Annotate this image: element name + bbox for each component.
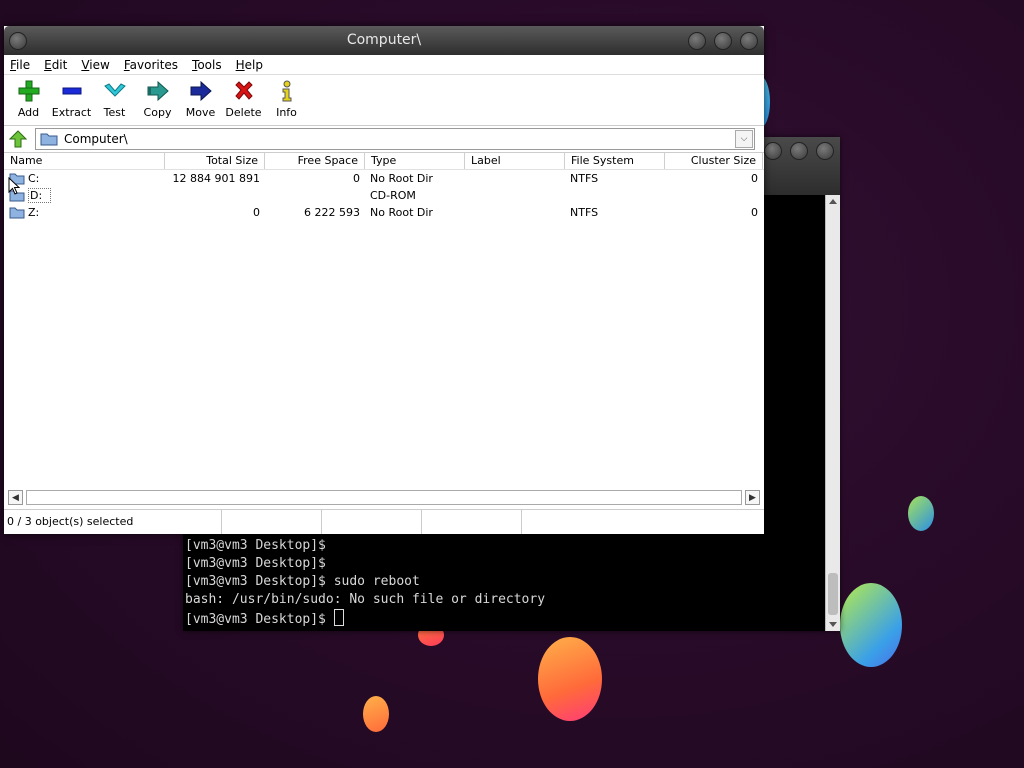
move-label: Move [185,106,216,119]
list-header: Name Total Size Free Space Type Label Fi… [4,152,764,170]
scroll-up-icon[interactable] [829,199,837,204]
window-title: Computer\ [346,32,422,48]
add-label: Add [17,106,40,119]
extract-button[interactable]: Extract [50,75,93,125]
path-combobox[interactable]: Computer\ ⌵ [35,128,755,150]
table-row[interactable]: Z: 0 6 222 593 No Root Dir NTFS 0 [4,204,764,221]
terminal-line: [vm3@vm3 Desktop]$ sudo reboot [185,574,420,589]
delete-label: Delete [225,106,262,119]
mouse-pointer-icon [8,177,20,195]
check-icon [103,79,127,103]
drive-name: C: [28,172,40,185]
delete-button[interactable]: Delete [222,75,265,125]
col-cluster-size[interactable]: Cluster Size [665,152,763,169]
address-bar: Computer\ ⌵ [4,126,764,153]
terminal-line: bash: /usr/bin/sudo: No such file or dir… [185,592,546,607]
info-label: Info [276,106,297,119]
menu-favorites[interactable]: Favorites [122,58,180,72]
path-text: Computer\ [64,132,128,146]
move-arrow-icon [189,79,213,103]
minimize-button[interactable] [764,142,782,160]
scrollbar-track[interactable] [26,490,742,505]
maximize-button[interactable] [714,32,732,50]
cell-type: No Root Dir [370,172,433,185]
folder-icon [9,207,25,219]
menu-edit[interactable]: Edit [42,58,69,72]
cell-free: 6 222 593 [304,206,360,219]
file-list[interactable]: Name Total Size Free Space Type Label Fi… [4,152,764,488]
cell-fs: NTFS [570,172,599,185]
cell-total: 12 884 901 891 [172,172,260,185]
cell-fs: NTFS [570,206,599,219]
close-button[interactable] [740,32,758,50]
col-free-space[interactable]: Free Space [265,152,365,169]
minimize-button[interactable] [688,32,706,50]
status-cell [422,510,522,534]
table-row[interactable]: C: 12 884 901 891 0 No Root Dir NTFS 0 [4,170,764,187]
cell-free: 0 [353,172,360,185]
status-cell [322,510,422,534]
maximize-button[interactable] [790,142,808,160]
add-button[interactable]: Add [7,75,50,125]
terminal-line: [vm3@vm3 Desktop]$ [185,538,326,553]
decorative-bubble [840,583,902,667]
menubar: File Edit View Favorites Tools Help [4,55,764,74]
cell-cluster: 0 [751,172,758,185]
copy-arrow-icon [146,79,170,103]
terminal-prompt: [vm3@vm3 Desktop]$ [185,612,334,627]
decorative-bubble [908,496,934,531]
cell-total: 0 [253,206,260,219]
copy-label: Copy [143,106,172,119]
menu-file[interactable]: File [8,58,32,72]
info-icon [280,79,294,103]
menu-tools[interactable]: Tools [190,58,224,72]
close-button[interactable] [816,142,834,160]
titlebar[interactable]: Computer\ [4,26,764,55]
text-cursor [333,609,344,626]
col-file-system[interactable]: File System [565,152,665,169]
plus-icon [18,79,40,103]
horizontal-scrollbar[interactable]: ◀ ▶ [8,490,760,505]
drive-name: D: [28,188,52,203]
status-bar: 0 / 3 object(s) selected [4,509,764,534]
cell-type: No Root Dir [370,206,433,219]
info-button[interactable]: Info [265,75,308,125]
test-label: Test [103,106,126,119]
move-button[interactable]: Move [179,75,222,125]
col-name[interactable]: Name [4,152,165,169]
scroll-right-icon[interactable]: ▶ [745,490,760,505]
drive-name: Z: [28,206,40,219]
minus-icon [61,79,83,103]
menu-help[interactable]: Help [234,58,265,72]
copy-button[interactable]: Copy [136,75,179,125]
chevron-down-icon[interactable]: ⌵ [735,130,753,148]
col-type[interactable]: Type [365,152,465,169]
menu-view[interactable]: View [79,58,111,72]
toolbar: Add Extract Test Copy Move Delete Info [4,74,764,126]
decorative-bubble [363,696,389,732]
cell-type: CD-ROM [370,189,416,202]
table-row[interactable]: D: CD-ROM [4,187,764,204]
up-folder-button[interactable] [7,128,29,150]
up-arrow-icon [9,130,27,148]
delete-x-icon [233,79,255,103]
cell-cluster: 0 [751,206,758,219]
terminal-line: [vm3@vm3 Desktop]$ [185,556,326,571]
scrollbar-thumb[interactable] [828,573,838,615]
status-cell [222,510,322,534]
scroll-left-icon[interactable]: ◀ [8,490,23,505]
test-button[interactable]: Test [93,75,136,125]
file-manager-window: Computer\ File Edit View Favorites Tools… [4,26,764,534]
col-total-size[interactable]: Total Size [165,152,265,169]
decorative-bubble [538,637,602,721]
scroll-down-icon[interactable] [829,622,837,627]
terminal-scrollbar[interactable] [825,195,840,631]
folder-icon [40,133,58,146]
status-selected: 0 / 3 object(s) selected [4,510,222,534]
col-label[interactable]: Label [465,152,565,169]
extract-label: Extract [51,106,92,119]
